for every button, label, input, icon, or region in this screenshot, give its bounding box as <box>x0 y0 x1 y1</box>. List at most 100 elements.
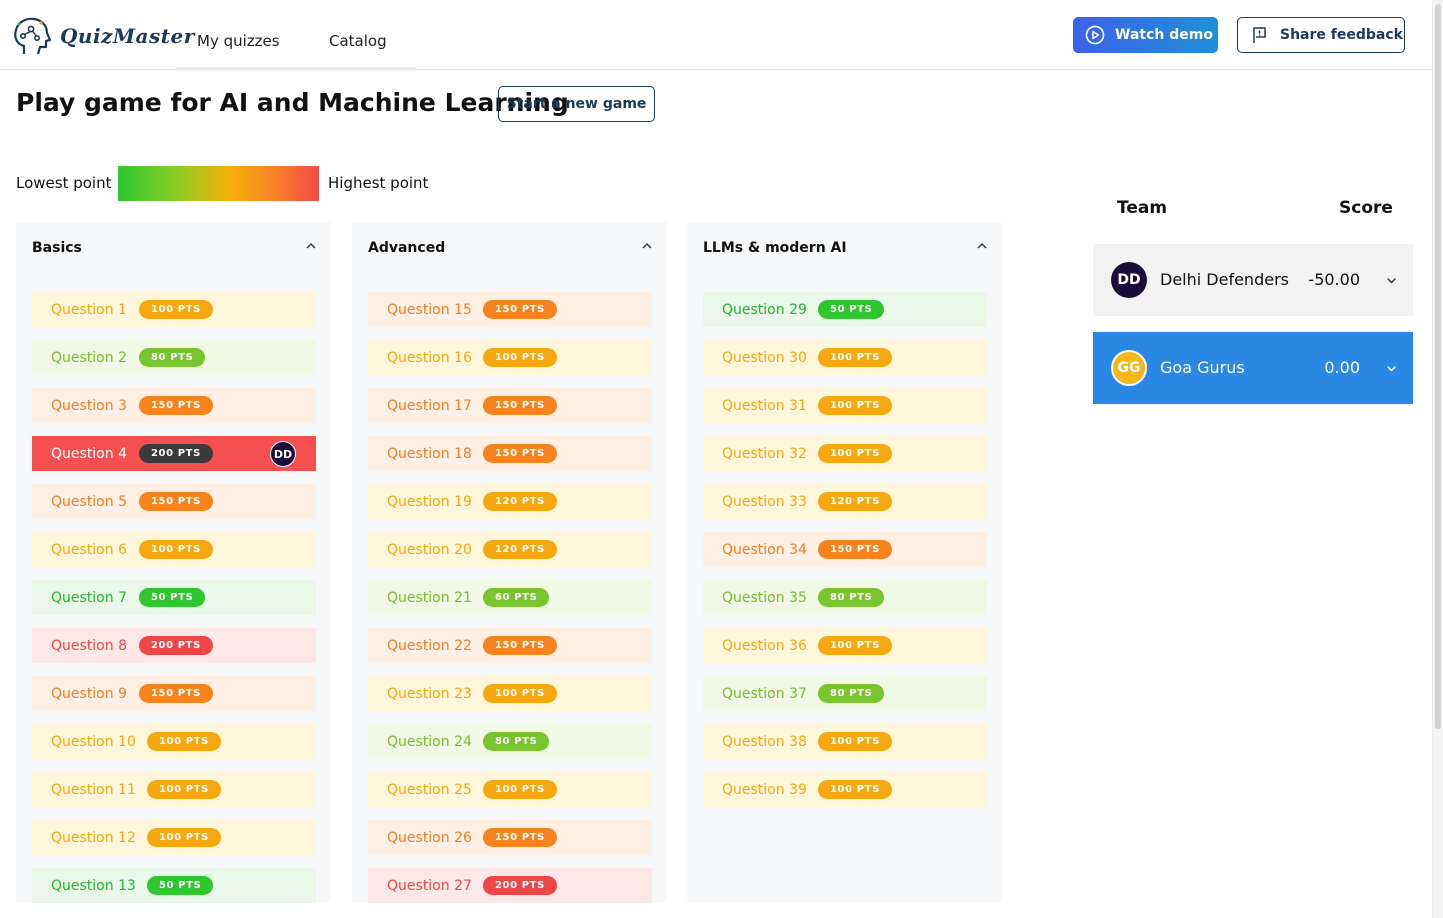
points-badge: 150 PTS <box>139 492 213 511</box>
chevron-down-icon[interactable] <box>1386 275 1397 286</box>
legend-lowest-label: Lowest point <box>16 174 112 192</box>
points-badge: 50 PTS <box>139 588 206 607</box>
scrollbar-thumb[interactable] <box>1435 4 1441 729</box>
feedback-flag-icon <box>1253 27 1266 43</box>
question-label: Question 35 <box>722 589 807 606</box>
share-feedback-button[interactable]: Share feedback <box>1237 17 1405 53</box>
points-badge: 80 PTS <box>139 348 206 367</box>
question-tile[interactable]: Question 11 100 PTS <box>32 772 316 807</box>
points-badge: 100 PTS <box>147 780 221 799</box>
points-badge: 100 PTS <box>818 780 892 799</box>
category-title: Basics <box>32 240 82 256</box>
points-badge: 50 PTS <box>147 876 214 895</box>
question-tile[interactable]: Question 32 100 PTS <box>703 436 987 471</box>
points-badge: 100 PTS <box>483 348 557 367</box>
category-column-llms: LLMs & modern AI Question 29 50 PTS Questi… <box>687 222 1002 902</box>
question-tile[interactable]: Question 36 100 PTS <box>703 628 987 663</box>
question-label: Question 12 <box>51 829 136 846</box>
question-tile[interactable]: Question 31 100 PTS <box>703 388 987 423</box>
question-tile[interactable]: Question 10 100 PTS <box>32 724 316 759</box>
question-tile[interactable]: Question 37 80 PTS <box>703 676 987 711</box>
points-badge: 150 PTS <box>483 636 557 655</box>
points-badge: 100 PTS <box>818 396 892 415</box>
share-feedback-label: Share feedback <box>1280 27 1403 43</box>
question-label: Question 20 <box>387 541 472 558</box>
points-badge: 100 PTS <box>818 732 892 751</box>
question-tile[interactable]: Question 27 200 PTS <box>368 868 652 903</box>
question-tile[interactable]: Question 33 120 PTS <box>703 484 987 519</box>
question-label: Question 15 <box>387 301 472 318</box>
question-tile[interactable]: Question 39 100 PTS <box>703 772 987 807</box>
nav-catalog[interactable]: Catalog <box>329 32 387 50</box>
points-badge: 100 PTS <box>483 780 557 799</box>
question-tile[interactable]: Question 21 60 PTS <box>368 580 652 615</box>
question-tile[interactable]: Question 16 100 PTS <box>368 340 652 375</box>
question-tile[interactable]: Question 26 150 PTS <box>368 820 652 855</box>
chevron-down-icon[interactable] <box>1386 363 1397 374</box>
logo[interactable]: QuizMaster <box>10 14 195 58</box>
question-tile[interactable]: Question 13 50 PTS <box>32 868 316 903</box>
question-tile[interactable]: Question 38 100 PTS <box>703 724 987 759</box>
chevron-up-icon[interactable] <box>976 240 988 252</box>
question-tile[interactable]: Question 4 200 PTS DD <box>32 436 316 471</box>
question-tile[interactable]: Question 18 150 PTS <box>368 436 652 471</box>
team-row-delhi-defenders[interactable]: DD Delhi Defenders -50.00 <box>1093 244 1413 316</box>
question-label: Question 1 <box>51 301 127 318</box>
question-tile[interactable]: Question 25 100 PTS <box>368 772 652 807</box>
question-label: Question 33 <box>722 493 807 510</box>
page-scrollbar[interactable] <box>1432 0 1443 918</box>
points-badge: 80 PTS <box>818 684 885 703</box>
nav-my-quizzes[interactable]: My quizzes <box>197 32 280 50</box>
question-tile[interactable]: Question 3 150 PTS <box>32 388 316 423</box>
team-avatar: DD <box>1111 262 1147 298</box>
question-label: Question 9 <box>51 685 127 702</box>
question-label: Question 39 <box>722 781 807 798</box>
question-tile[interactable]: Question 24 80 PTS <box>368 724 652 759</box>
question-tile[interactable]: Question 2 80 PTS <box>32 340 316 375</box>
question-label: Question 3 <box>51 397 127 414</box>
question-tile[interactable]: Question 34 150 PTS <box>703 532 987 567</box>
question-tile[interactable]: Question 9 150 PTS <box>32 676 316 711</box>
question-tile[interactable]: Question 23 100 PTS <box>368 676 652 711</box>
question-tile[interactable]: Question 20 120 PTS <box>368 532 652 567</box>
question-label: Question 27 <box>387 877 472 894</box>
question-label: Question 18 <box>387 445 472 462</box>
question-tile[interactable]: Question 30 100 PTS <box>703 340 987 375</box>
question-label: Question 29 <box>722 301 807 318</box>
question-tile[interactable]: Question 22 150 PTS <box>368 628 652 663</box>
point-gradient-legend <box>118 166 319 201</box>
question-label: Question 26 <box>387 829 472 846</box>
question-tile[interactable]: Question 7 50 PTS <box>32 580 316 615</box>
question-label: Question 30 <box>722 349 807 366</box>
points-badge: 200 PTS <box>139 636 213 655</box>
question-label: Question 10 <box>51 733 136 750</box>
team-row-goa-gurus[interactable]: GG Goa Gurus 0.00 <box>1093 332 1413 404</box>
watch-demo-button[interactable]: Watch demo <box>1073 17 1218 53</box>
question-tile[interactable]: Question 8 200 PTS <box>32 628 316 663</box>
points-badge: 150 PTS <box>483 444 557 463</box>
question-label: Question 36 <box>722 637 807 654</box>
question-tile[interactable]: Question 5 150 PTS <box>32 484 316 519</box>
question-tile[interactable]: Question 15 150 PTS <box>368 292 652 327</box>
question-label: Question 21 <box>387 589 472 606</box>
team-column-header: Team <box>1117 198 1168 218</box>
question-label: Question 19 <box>387 493 472 510</box>
legend-highest-label: Highest point <box>328 174 429 192</box>
chevron-up-icon[interactable] <box>641 240 653 252</box>
points-badge: 50 PTS <box>818 300 885 319</box>
question-tile[interactable]: Question 6 100 PTS <box>32 532 316 567</box>
question-label: Question 6 <box>51 541 127 558</box>
question-tile[interactable]: Question 29 50 PTS <box>703 292 987 327</box>
score-column-header: Score <box>1339 198 1393 218</box>
question-tile[interactable]: Question 1 100 PTS <box>32 292 316 327</box>
start-new-game-button[interactable]: Start a new game <box>498 86 655 122</box>
points-badge: 150 PTS <box>818 540 892 559</box>
question-tile[interactable]: Question 17 150 PTS <box>368 388 652 423</box>
page-title: Play game for AI and Machine Learning <box>16 88 569 117</box>
chevron-up-icon[interactable] <box>305 240 317 252</box>
answered-by-avatar: DD <box>270 441 296 467</box>
question-tile[interactable]: Question 19 120 PTS <box>368 484 652 519</box>
points-badge: 150 PTS <box>139 396 213 415</box>
question-tile[interactable]: Question 12 100 PTS <box>32 820 316 855</box>
question-tile[interactable]: Question 35 80 PTS <box>703 580 987 615</box>
